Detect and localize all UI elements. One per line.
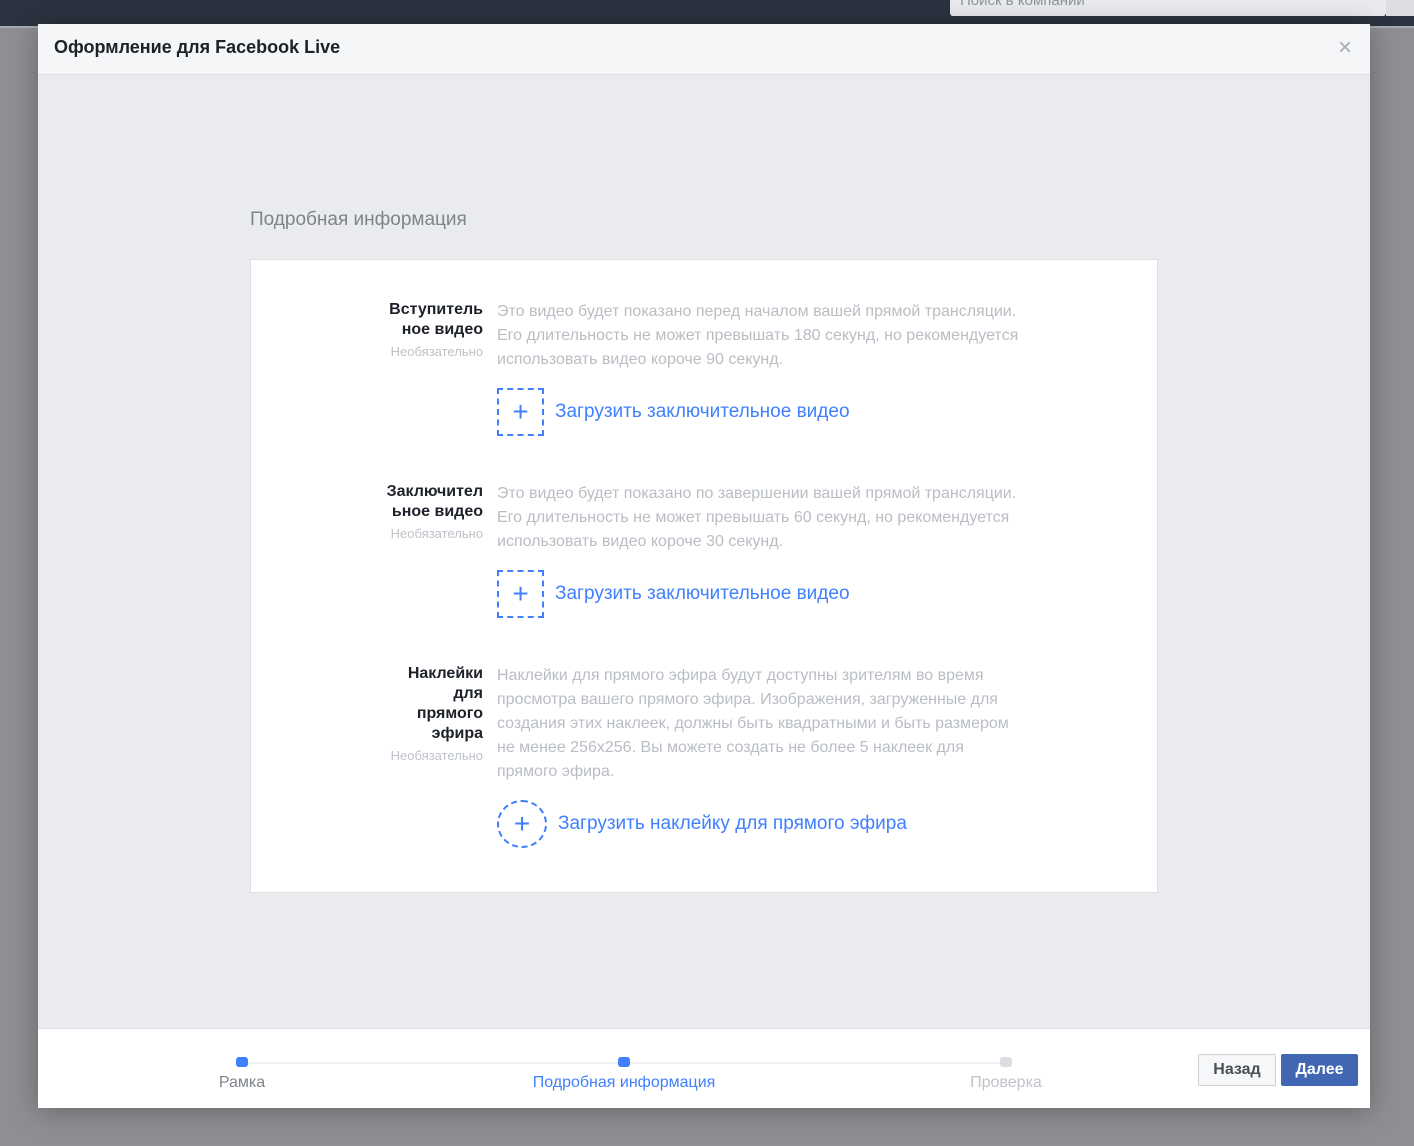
details-card: Вступитель ное видео Необязательно Это в… bbox=[250, 259, 1158, 893]
upload-circle[interactable]: + bbox=[497, 800, 547, 848]
step-dot-details bbox=[618, 1057, 630, 1067]
step-review[interactable]: Проверка bbox=[876, 1074, 1136, 1092]
next-button[interactable]: Далее bbox=[1281, 1054, 1358, 1086]
upload-box[interactable]: + bbox=[497, 388, 544, 436]
closing-video-title: Заключител ьное видео bbox=[386, 483, 483, 520]
plus-icon: + bbox=[512, 578, 529, 609]
step-dot-review bbox=[1000, 1057, 1012, 1067]
closing-video-optional: Необязательно bbox=[390, 526, 483, 541]
upload-live-sticker-label[interactable]: Загрузить наклейку для прямого эфира bbox=[558, 813, 907, 835]
live-stickers-label: Наклейки для прямого эфира Необязательно bbox=[383, 664, 483, 768]
upload-intro-video-button[interactable]: + Загрузить заключительное видео bbox=[497, 388, 850, 436]
live-stickers-optional: Необязательно bbox=[390, 748, 483, 763]
section-title: Подробная информация bbox=[250, 209, 467, 230]
upload-box[interactable]: + bbox=[497, 570, 544, 618]
upload-intro-video-label[interactable]: Загрузить заключительное видео bbox=[555, 401, 850, 423]
plus-icon: + bbox=[513, 808, 531, 839]
step-details[interactable]: Подробная информация bbox=[494, 1074, 754, 1092]
close-icon[interactable]: × bbox=[1335, 36, 1355, 60]
back-button[interactable]: Назад bbox=[1198, 1054, 1276, 1086]
upload-live-sticker-button[interactable]: + Загрузить наклейку для прямого эфира bbox=[497, 800, 907, 848]
upload-closing-video-label[interactable]: Загрузить заключительное видео bbox=[555, 583, 850, 605]
step-frame[interactable]: Рамка bbox=[112, 1074, 372, 1092]
upload-closing-video-button[interactable]: + Загрузить заключительное видео bbox=[497, 570, 850, 618]
company-search-input[interactable]: Поиск в компании bbox=[950, 0, 1386, 16]
live-stickers-title: Наклейки для прямого эфира bbox=[407, 665, 483, 742]
search-button[interactable] bbox=[1386, 0, 1414, 16]
step-dot-frame bbox=[236, 1057, 248, 1067]
intro-video-label: Вступитель ное видео Необязательно bbox=[383, 300, 483, 364]
dialog-footer: Рамка Подробная информация Проверка Наза… bbox=[38, 1028, 1370, 1108]
closing-video-description: Это видео будет показано по завершении в… bbox=[497, 485, 1017, 550]
intro-video-description: Это видео будет показано перед началом в… bbox=[497, 303, 1019, 368]
dialog-title: Оформление для Facebook Live bbox=[54, 37, 341, 57]
closing-video-label: Заключител ьное видео Необязательно bbox=[383, 482, 483, 546]
intro-video-title: Вступитель ное видео bbox=[389, 301, 483, 338]
intro-video-optional: Необязательно bbox=[390, 344, 483, 359]
dialog-header: Оформление для Facebook Live × bbox=[38, 24, 1370, 75]
live-stickers-description: Наклейки для прямого эфира будут доступн… bbox=[497, 667, 1009, 780]
plus-icon: + bbox=[512, 396, 529, 427]
facebook-live-setup-dialog: Оформление для Facebook Live × Подробная… bbox=[38, 24, 1370, 1108]
